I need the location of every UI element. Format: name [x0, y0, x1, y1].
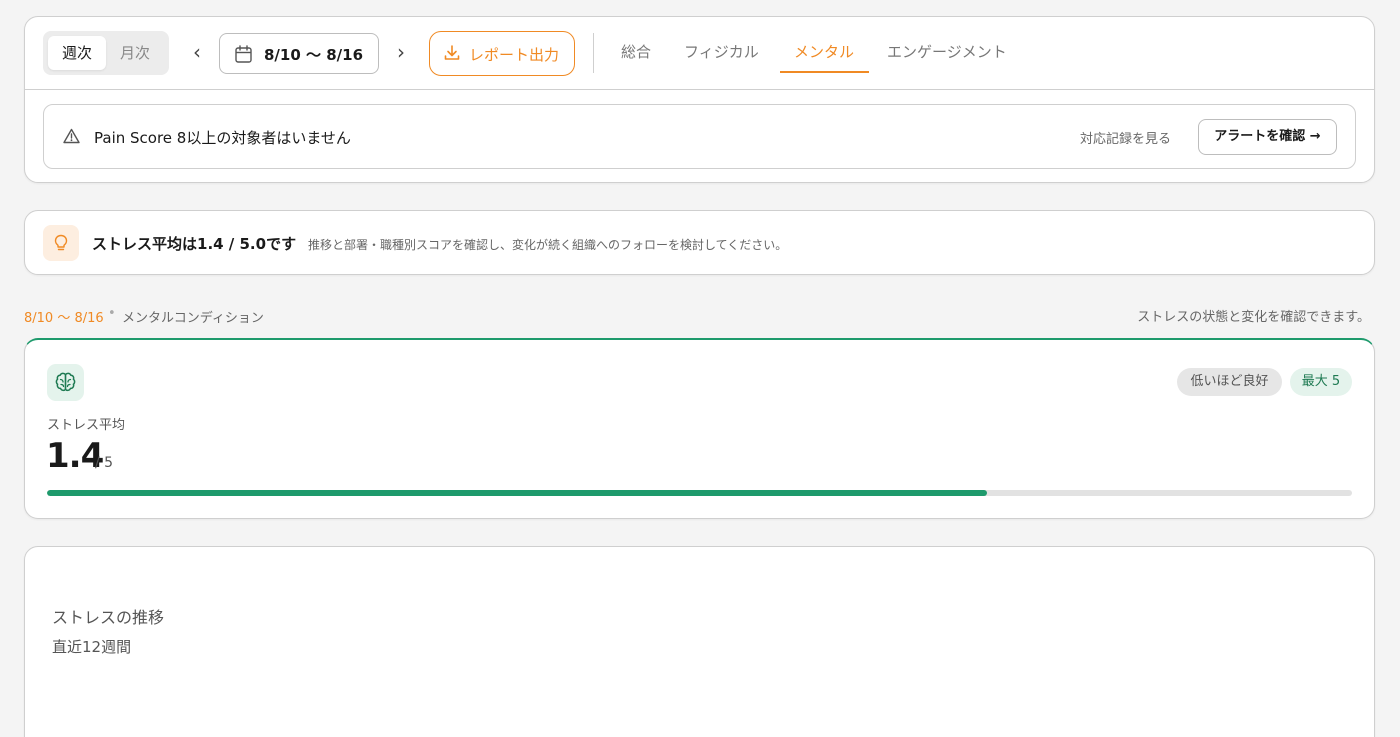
date-range-picker[interactable]: 8/10 〜 8/16 [219, 33, 379, 74]
stress-progress-track [47, 490, 1352, 496]
stress-max-text: / 5 [95, 455, 114, 471]
lightbulb-icon [54, 234, 68, 251]
tab-mental[interactable]: メンタル [794, 41, 854, 62]
section-date: 8/10 〜 8/16 [24, 311, 104, 326]
report-export-button[interactable]: レポート出力 [429, 31, 575, 76]
view-records-link[interactable]: 対応記録を見る [1080, 128, 1171, 147]
filter-card: 週次 月次 ‹ 8/10 〜 8/16 › レポート出力 総合 フィジカル メン… [24, 16, 1375, 183]
tab-engagement[interactable]: エンゲージメント [887, 41, 1007, 62]
stress-progress-fill [47, 490, 987, 496]
section-label: メンタルコンディション [122, 311, 264, 326]
stress-trend-card: ストレスの推移 直近12週間 [24, 546, 1375, 737]
trend-subtitle: 直近12週間 [52, 638, 132, 656]
brain-icon [55, 372, 76, 392]
insight-icon-wrap [43, 225, 79, 261]
download-icon [444, 45, 460, 60]
warning-icon [63, 128, 80, 144]
calendar-icon [235, 45, 252, 63]
alert-banner: Pain Score 8以上の対象者はいません 対応記録を見る アラートを確認 … [43, 104, 1356, 169]
max-score-badge: 最大 5 [1290, 368, 1352, 396]
toolbar: 週次 月次 ‹ 8/10 〜 8/16 › レポート出力 総合 フィジカル メン… [25, 17, 1374, 90]
section-note: ストレスの状態と変化を確認できます。 [1137, 310, 1370, 325]
date-range-label: 8/10 〜 8/16 [264, 46, 364, 64]
toolbar-divider [593, 33, 594, 73]
stress-icon-wrap [47, 364, 84, 401]
period-toggle: 週次 月次 [43, 31, 169, 75]
insight-card: ストレス平均は1.4 / 5.0です 推移と部署・職種別スコアを確認し、変化が続… [24, 210, 1375, 275]
active-tab-indicator [780, 71, 869, 73]
period-monthly-button[interactable]: 月次 [106, 36, 164, 70]
tab-physical[interactable]: フィジカル [684, 41, 759, 62]
alert-message: Pain Score 8以上の対象者はいません [94, 129, 351, 147]
trend-title: ストレスの推移 [52, 608, 165, 627]
insight-title: ストレス平均は1.4 / 5.0です [92, 235, 297, 253]
section-separator: • [108, 306, 116, 321]
next-period-button[interactable]: › [391, 41, 411, 65]
insight-description: 推移と部署・職種別スコアを確認し、変化が続く組織へのフォローを検討してください。 [308, 238, 788, 252]
lower-is-better-badge: 低いほど良好 [1177, 368, 1282, 396]
stress-average-card: 低いほど良好 最大 5 ストレス平均 1.4 / 5 [24, 338, 1375, 519]
check-alerts-button[interactable]: アラートを確認 → [1198, 119, 1337, 155]
stress-average-label: ストレス平均 [47, 418, 126, 433]
previous-period-button[interactable]: ‹ [187, 41, 207, 65]
tab-overall[interactable]: 総合 [621, 41, 651, 62]
report-export-label: レポート出力 [469, 46, 560, 64]
period-weekly-button[interactable]: 週次 [48, 36, 106, 70]
